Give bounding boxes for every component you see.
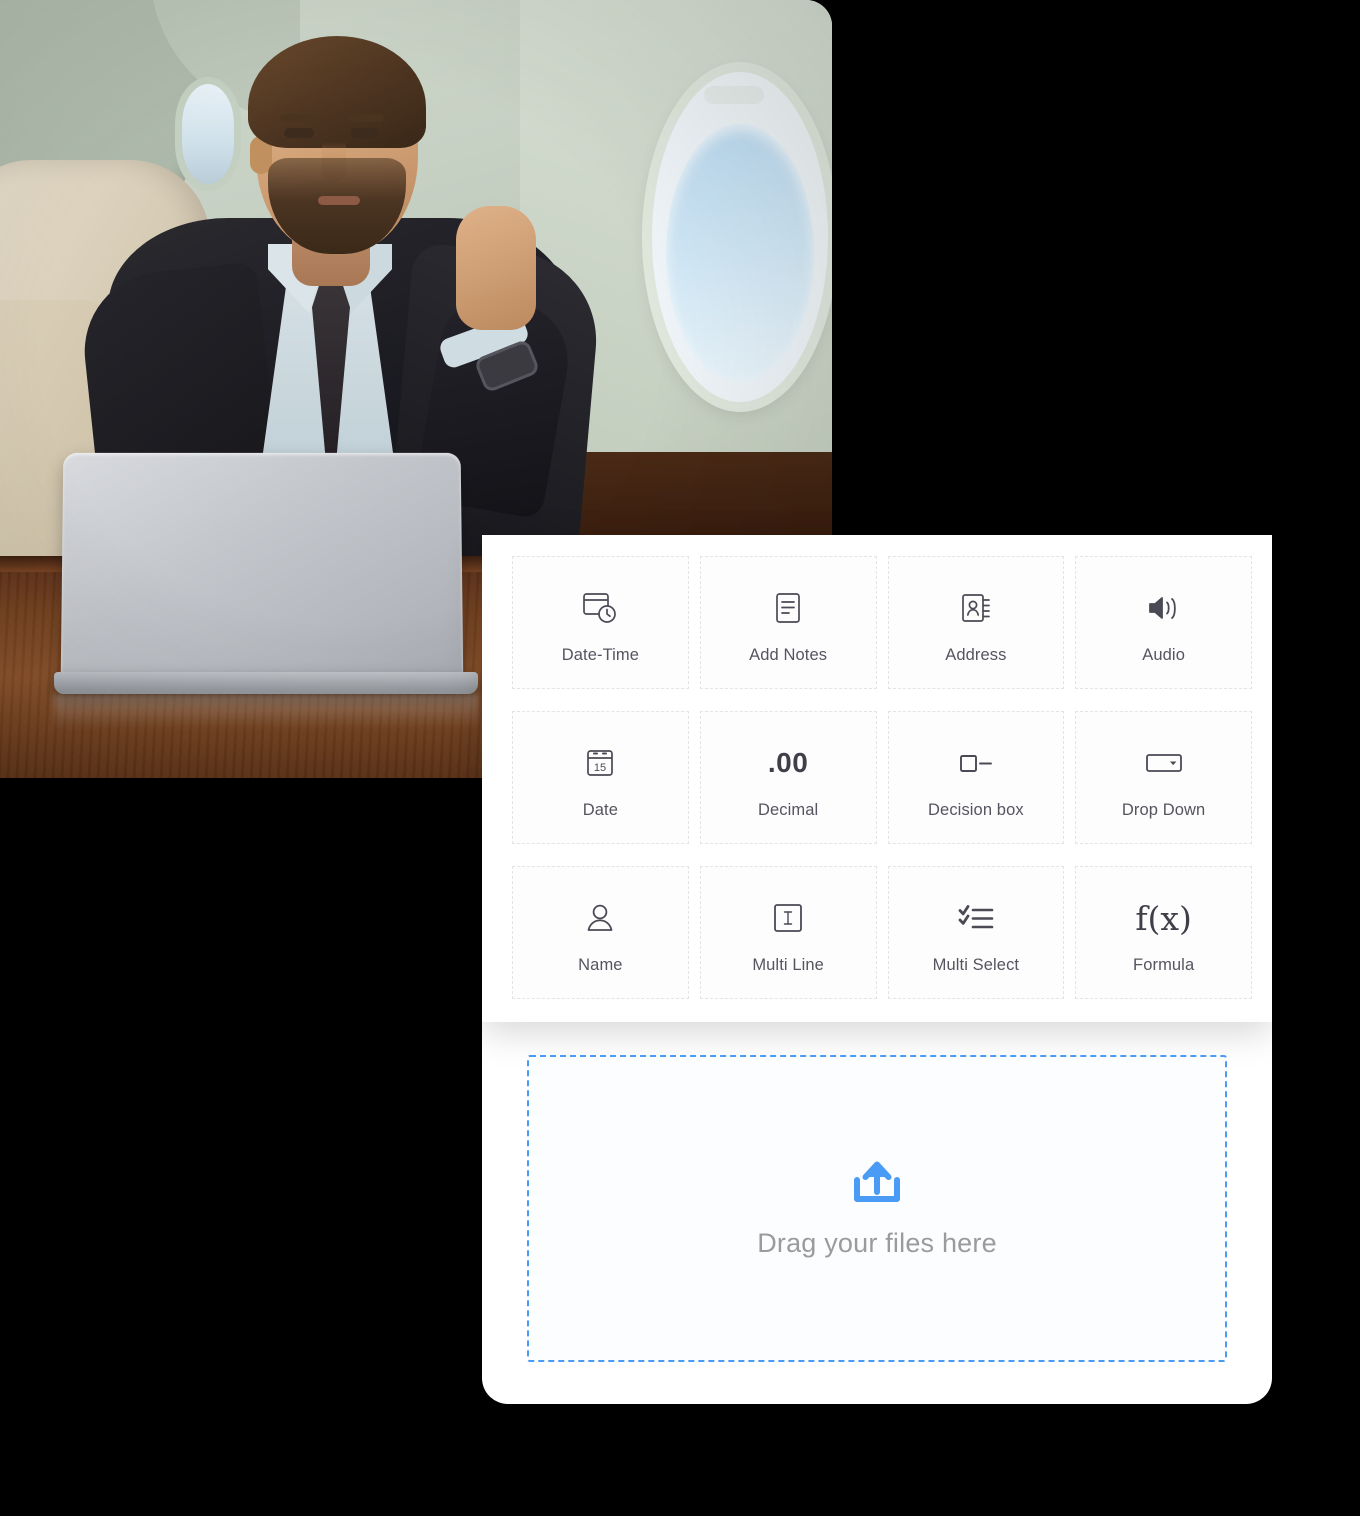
field-card-add-notes[interactable]: Add Notes [700, 556, 877, 689]
field-card-name[interactable]: Name [512, 866, 689, 999]
field-card-address[interactable]: Address [888, 556, 1065, 689]
person-icon [584, 891, 616, 945]
field-card-label: Name [578, 957, 622, 974]
field-card-label: Date [583, 802, 618, 819]
field-card-label: Multi Line [752, 957, 824, 974]
field-card-date-time[interactable]: Date-Time [512, 556, 689, 689]
multi-line-icon [773, 891, 803, 945]
field-card-label: Add Notes [749, 647, 827, 664]
address-book-icon [960, 581, 992, 635]
field-card-label: Address [945, 647, 1006, 664]
field-card-decision-box[interactable]: Decision box [888, 711, 1065, 844]
field-card-label: Decimal [758, 802, 818, 819]
field-card-label: Date-Time [562, 647, 639, 664]
file-dropzone[interactable]: Drag your files here [527, 1055, 1227, 1362]
decimal-glyph: .00 [768, 749, 808, 777]
field-palette-grid: Date-Time Add Notes Address Audio 15 Dat… [512, 556, 1252, 999]
calendar-icon: 15 [585, 736, 615, 790]
dropzone-label: Drag your files here [757, 1228, 997, 1259]
upload-icon [848, 1158, 906, 1208]
field-card-label: Decision box [928, 802, 1024, 819]
field-card-audio[interactable]: Audio [1075, 556, 1252, 689]
notes-icon [774, 581, 802, 635]
dropdown-icon [1145, 736, 1183, 790]
field-card-label: Drop Down [1122, 802, 1205, 819]
field-card-date[interactable]: 15 Date [512, 711, 689, 844]
field-palette-panel: Date-Time Add Notes Address Audio 15 Dat… [482, 535, 1272, 1022]
formula-glyph: f(x) [1135, 902, 1192, 935]
date-time-icon [583, 581, 617, 635]
formula-icon: f(x) [1135, 891, 1192, 945]
decimal-icon: .00 [768, 736, 808, 790]
multi-select-icon [957, 891, 995, 945]
field-card-label: Multi Select [933, 957, 1019, 974]
screenshot-stage: Date-Time Add Notes Address Audio 15 Dat… [0, 0, 1360, 1516]
field-card-label: Formula [1133, 957, 1194, 974]
field-card-drop-down[interactable]: Drop Down [1075, 711, 1252, 844]
field-card-label: Audio [1142, 647, 1185, 664]
speaker-icon [1147, 581, 1181, 635]
field-card-decimal[interactable]: .00 Decimal [700, 711, 877, 844]
decision-box-icon [959, 736, 993, 790]
field-card-formula[interactable]: f(x) Formula [1075, 866, 1252, 999]
svg-text:15: 15 [594, 762, 606, 774]
field-card-multi-line[interactable]: Multi Line [700, 866, 877, 999]
field-card-multi-select[interactable]: Multi Select [888, 866, 1065, 999]
